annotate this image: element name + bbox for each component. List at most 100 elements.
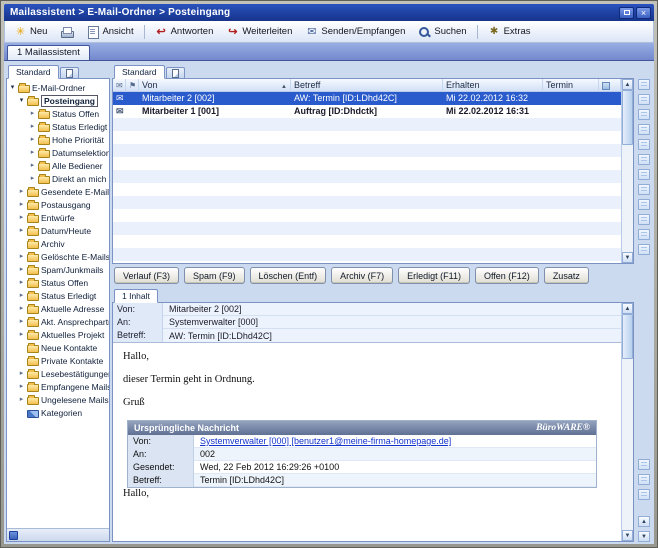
toolbar-button[interactable]: Weiterleiten <box>220 23 298 41</box>
column-config-icon[interactable] <box>602 82 610 90</box>
rail-tool-icon[interactable] <box>638 214 650 225</box>
sidebar-tab-standard[interactable]: Standard <box>8 65 59 79</box>
expander-icon[interactable] <box>18 302 25 315</box>
tree-item[interactable]: Neue Kontakte <box>7 341 109 354</box>
tree-item[interactable]: Direkt an mich <box>7 172 109 185</box>
expander-icon[interactable] <box>18 263 25 276</box>
expander-icon[interactable] <box>29 120 36 133</box>
column-betreff[interactable]: Betreff <box>291 79 443 92</box>
empty-row[interactable] <box>113 183 621 196</box>
action-button[interactable]: Löschen (Entf) <box>250 267 327 284</box>
tree-item[interactable]: Status Erledigt <box>7 289 109 302</box>
maximize-button[interactable] <box>619 7 634 19</box>
rail-tool-icon[interactable] <box>638 94 650 105</box>
scroll-down-icon[interactable]: ▼ <box>622 252 633 263</box>
quote-field-value[interactable]: Systemverwalter [000] [benutzer1@meine-f… <box>194 436 457 446</box>
list-scrollbar[interactable]: ▲ ▼ <box>621 79 633 263</box>
expander-icon[interactable] <box>29 159 36 172</box>
rail-tool-icon[interactable] <box>638 229 650 240</box>
expander-icon[interactable] <box>18 250 25 263</box>
tree-item[interactable]: Empfangene Mails <box>7 380 109 393</box>
toolbar-button[interactable]: Antworten <box>149 23 220 41</box>
expander-icon[interactable] <box>18 276 25 289</box>
tree-item[interactable]: Spam/Junkmails <box>7 263 109 276</box>
toolbar-button[interactable]: Extras <box>482 23 537 41</box>
rail-tool-icon[interactable] <box>638 169 650 180</box>
expander-icon[interactable] <box>9 81 16 94</box>
mail-row[interactable]: ✉ Mitarbeiter 2 [002] AW: Termin [ID:LDh… <box>113 92 621 105</box>
action-button[interactable]: Archiv (F7) <box>331 267 393 284</box>
empty-row[interactable] <box>113 248 621 261</box>
title-bar[interactable]: Mailassistent > E-Mail-Ordner > Posteing… <box>4 4 654 21</box>
empty-row[interactable] <box>113 209 621 222</box>
expander-icon[interactable] <box>29 172 36 185</box>
tree-item[interactable]: Datumselektion <box>7 146 109 159</box>
tree-item[interactable]: Gelöschte E-Mails <box>7 250 109 263</box>
rail-tool-icon[interactable] <box>638 184 650 195</box>
rail-scroll-down-icon[interactable]: ▼ <box>638 531 650 542</box>
tree-item[interactable]: Kategorien <box>7 406 109 419</box>
column-flag[interactable]: ⚑ <box>126 79 139 92</box>
expander-icon[interactable] <box>29 133 36 146</box>
toolbar-button[interactable]: Senden/Empfangen <box>299 23 411 41</box>
tree-item[interactable]: Status Offen <box>7 107 109 120</box>
list-tab-standard[interactable]: Standard <box>114 65 165 79</box>
empty-row[interactable] <box>113 196 621 209</box>
rail-tool-icon[interactable] <box>638 109 650 120</box>
rail-tool-icon[interactable] <box>638 459 650 470</box>
close-button[interactable]: × <box>636 7 651 19</box>
expander-icon[interactable] <box>18 198 25 211</box>
expander-icon[interactable] <box>18 94 25 107</box>
action-button[interactable]: Erledigt (F11) <box>398 267 470 284</box>
expander-icon[interactable] <box>18 328 25 341</box>
tree-item[interactable]: Hohe Priorität <box>7 133 109 146</box>
sidebar-tab-new[interactable] <box>60 67 79 79</box>
tree-item[interactable]: Alle Bediener <box>7 159 109 172</box>
rail-scroll-up-icon[interactable]: ▲ <box>638 516 650 527</box>
tree-item[interactable]: Posteingang <box>7 94 109 107</box>
empty-row[interactable] <box>113 118 621 131</box>
tree-item[interactable]: Private Kontakte <box>7 354 109 367</box>
toolbar-button[interactable]: Neu <box>8 23 53 41</box>
scroll-thumb[interactable] <box>622 314 633 359</box>
action-button[interactable]: Zusatz <box>544 267 589 284</box>
tree-item[interactable]: Gesendete E-Mails <box>7 185 109 198</box>
panel-toggle-icon[interactable] <box>9 531 18 540</box>
mail-row[interactable]: ✉ Mitarbeiter 1 [001] Auftrag [ID:Dhdctk… <box>113 105 621 118</box>
action-button[interactable]: Offen (F12) <box>475 267 539 284</box>
toolbar-button[interactable]: Suchen <box>412 23 472 41</box>
tree-item[interactable]: E-Mail-Ordner <box>7 81 109 94</box>
action-button[interactable]: Spam (F9) <box>184 267 245 284</box>
column-termin[interactable]: Termin <box>543 79 599 92</box>
column-erhalten[interactable]: Erhalten <box>443 79 543 92</box>
expander-icon[interactable] <box>18 185 25 198</box>
toolbar-button[interactable] <box>54 23 79 41</box>
column-von[interactable]: Von▲ <box>139 79 291 92</box>
scroll-up-icon[interactable]: ▲ <box>622 79 633 90</box>
tree-item[interactable]: Lesebestätigungen <box>7 367 109 380</box>
expander-icon[interactable] <box>18 315 25 328</box>
column-mail-state[interactable]: ✉ <box>113 79 126 92</box>
rail-tool-icon[interactable] <box>638 139 650 150</box>
expander-icon[interactable] <box>18 224 25 237</box>
empty-row[interactable] <box>113 131 621 144</box>
scroll-down-icon[interactable]: ▼ <box>622 530 633 541</box>
empty-row[interactable] <box>113 222 621 235</box>
rail-tool-icon[interactable] <box>638 489 650 500</box>
preview-scrollbar[interactable]: ▲ ▼ <box>621 303 633 541</box>
rail-tool-icon[interactable] <box>638 79 650 90</box>
tree-item[interactable]: Entwürfe <box>7 211 109 224</box>
rail-tool-icon[interactable] <box>638 474 650 485</box>
tree-item[interactable]: Ungelesene Mails <box>7 393 109 406</box>
list-header[interactable]: ✉ ⚑ Von▲ Betreff Erhalten Termin <box>113 79 621 92</box>
expander-icon[interactable] <box>18 380 25 393</box>
tree-item[interactable]: Status Erledigt <box>7 120 109 133</box>
preview-tab-inhalt[interactable]: 1 Inhalt <box>114 289 158 303</box>
tree-item[interactable]: Akt. Ansprechpartn. <box>7 315 109 328</box>
toolbar-button[interactable]: Ansicht <box>80 23 139 41</box>
scroll-thumb[interactable] <box>622 90 633 145</box>
rail-tool-icon[interactable] <box>638 124 650 135</box>
rail-tool-icon[interactable] <box>638 154 650 165</box>
action-button[interactable]: Verlauf (F3) <box>114 267 179 284</box>
expander-icon[interactable] <box>29 146 36 159</box>
